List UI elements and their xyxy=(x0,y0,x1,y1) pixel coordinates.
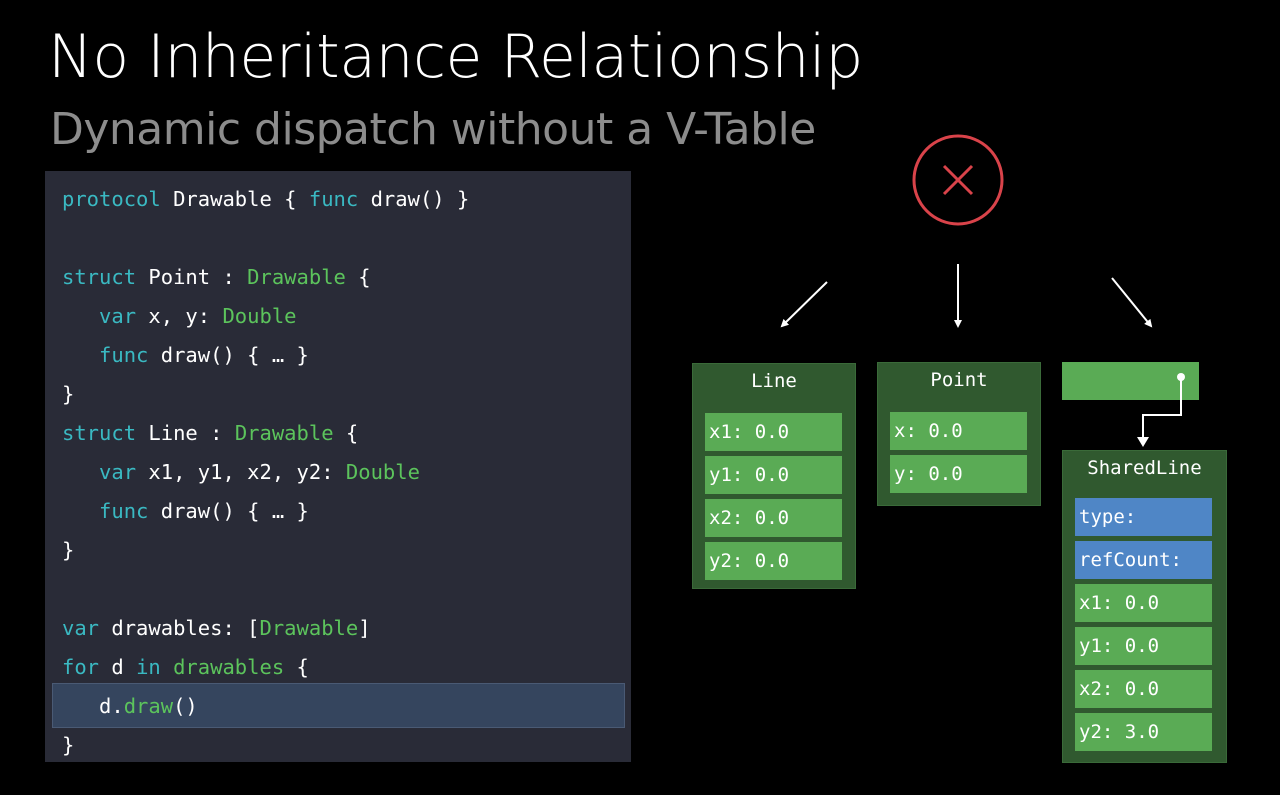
pointer-connector xyxy=(1137,373,1185,447)
